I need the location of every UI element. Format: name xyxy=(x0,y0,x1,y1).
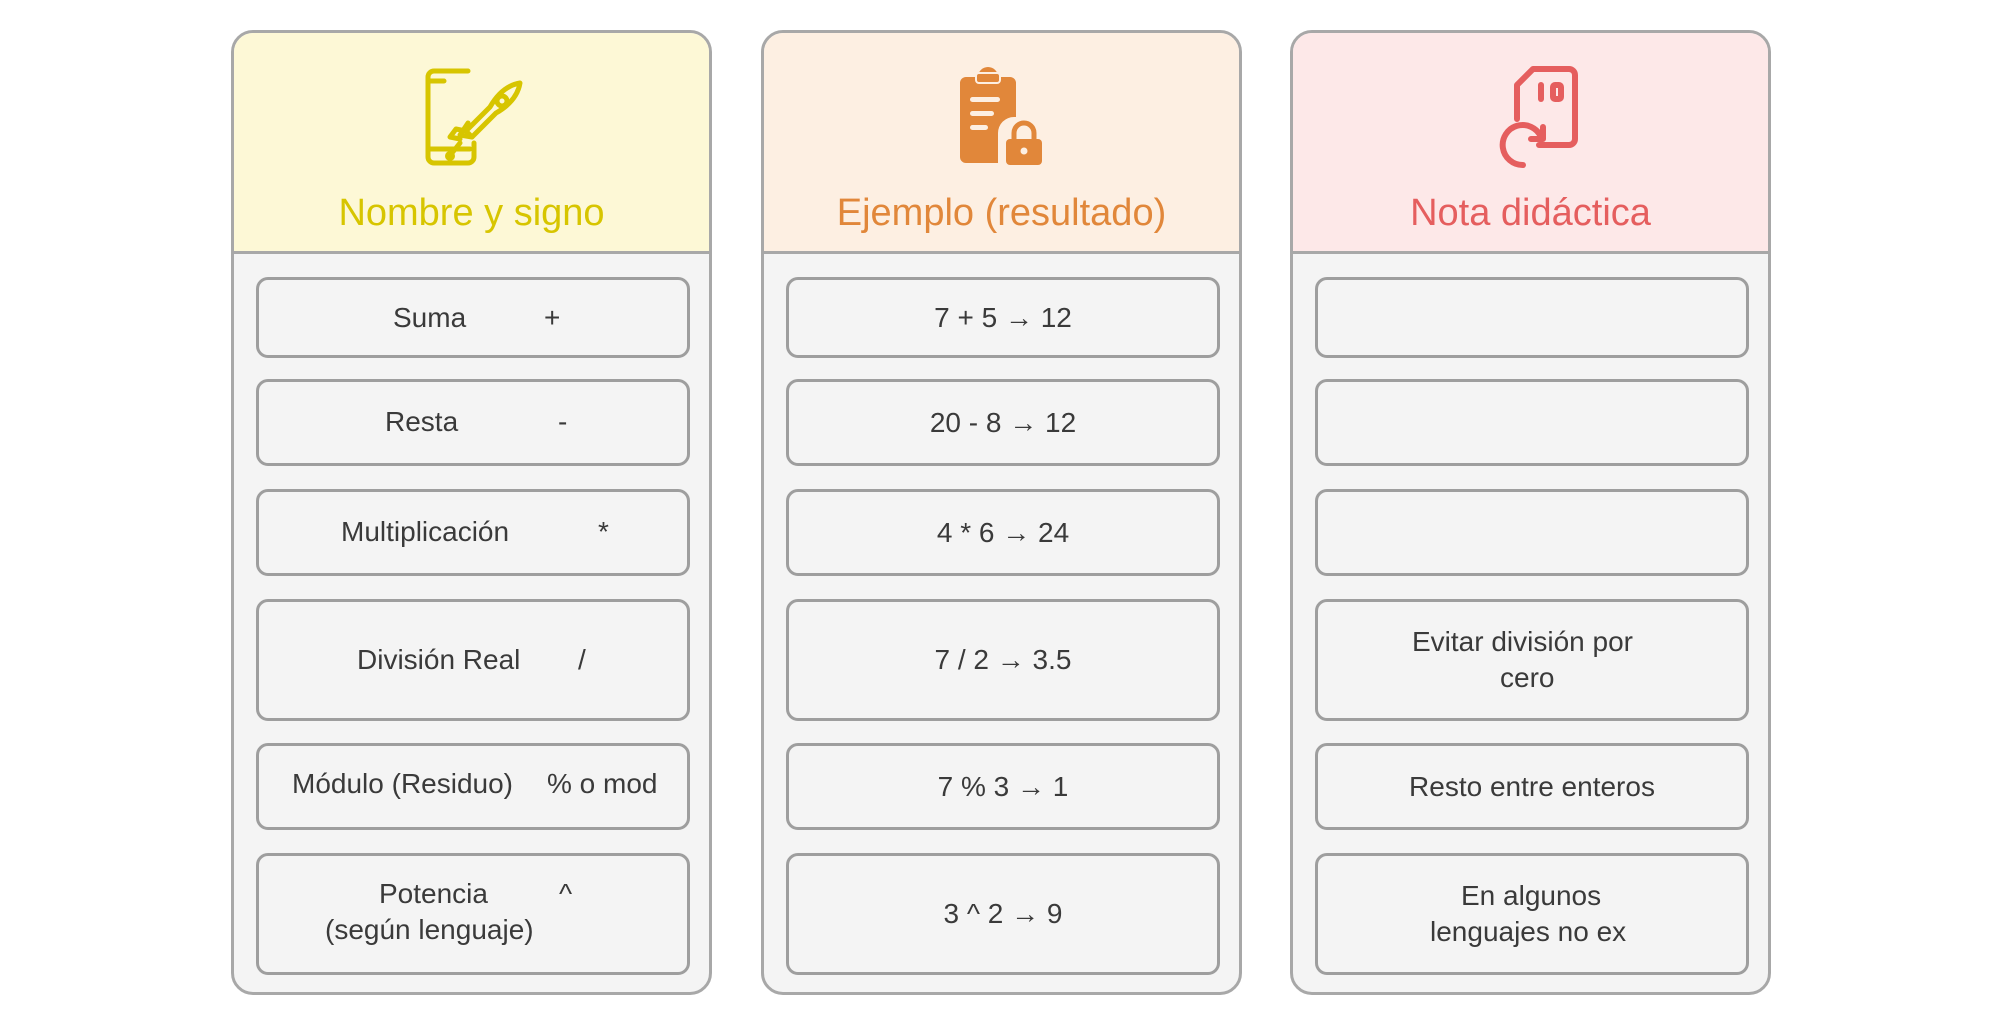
column-nombre-y-signo: Nombre y signo Suma + Resta - Multiplica… xyxy=(231,30,712,995)
note-line1: En algunos xyxy=(1461,880,1602,911)
example-cell: 3 ^ 2 → 9 xyxy=(786,853,1220,975)
example-cell: 4 * 6 → 24 xyxy=(786,489,1220,576)
operator-name: División Real xyxy=(357,644,521,675)
note-line2: cero xyxy=(1500,662,1555,693)
operator-cell-suma: Suma + xyxy=(256,277,690,358)
operator-sign: - xyxy=(558,406,568,437)
column-header: Nota didáctica xyxy=(1293,33,1768,254)
operator-name: Multiplicación xyxy=(341,516,510,547)
column-title: Nombre y signo xyxy=(338,192,605,234)
operator-cell-modulo: Módulo (Residuo) % o mod xyxy=(256,743,690,830)
note-line1: Evitar división por xyxy=(1412,626,1633,657)
operator-name: Resta xyxy=(385,406,459,437)
note-cell-empty xyxy=(1315,379,1749,466)
note-cell: En algunos lenguajes no ex xyxy=(1315,853,1749,975)
column-header: Ejemplo (resultado) xyxy=(764,33,1239,254)
column-ejemplo-resultado: Ejemplo (resultado) 7 + 5 → 12 20 - 8 → … xyxy=(761,30,1242,995)
phone-rocket-icon xyxy=(425,68,522,166)
note-line2: lenguajes no ex xyxy=(1430,916,1627,947)
example-cell: 7 + 5 → 12 xyxy=(786,277,1220,358)
note-cell-empty xyxy=(1315,277,1749,358)
operator-sign: ^ xyxy=(559,878,573,909)
operator-name-line2: (según lenguaje) xyxy=(325,914,534,945)
note-cell: Resto entre enteros xyxy=(1315,743,1749,830)
operator-name: Módulo (Residuo) xyxy=(292,768,513,799)
column-header: Nombre y signo xyxy=(234,33,709,254)
operator-cell-resta: Resta - xyxy=(256,379,690,466)
sd-card-refresh-icon xyxy=(1499,66,1578,169)
operator-sign: % o mod xyxy=(547,768,658,799)
operator-sign: + xyxy=(544,302,561,333)
column-title: Nota didáctica xyxy=(1410,192,1651,234)
example-cell: 20 - 8 → 12 xyxy=(786,379,1220,466)
column-title: Ejemplo (resultado) xyxy=(836,192,1167,234)
column-nota-didactica: Nota didáctica Evitar división por cero … xyxy=(1290,30,1771,995)
operator-name: Suma xyxy=(393,302,467,333)
note-cell: Evitar división por cero xyxy=(1315,599,1749,721)
operator-cell-division-real: División Real / xyxy=(256,599,690,721)
example-cell: 7 / 2 → 3.5 xyxy=(786,599,1220,721)
operator-sign: * xyxy=(598,516,609,547)
note-cell-empty xyxy=(1315,489,1749,576)
operator-cell-multiplicacion: Multiplicación * xyxy=(256,489,690,576)
clipboard-lock-icon xyxy=(959,67,1042,165)
example-cell: 7 % 3 → 1 xyxy=(786,743,1220,830)
operator-sign: / xyxy=(578,644,586,675)
operator-name-line1: Potencia xyxy=(379,878,488,909)
operator-cell-potencia: Potencia (según lenguaje) ^ xyxy=(256,853,690,975)
